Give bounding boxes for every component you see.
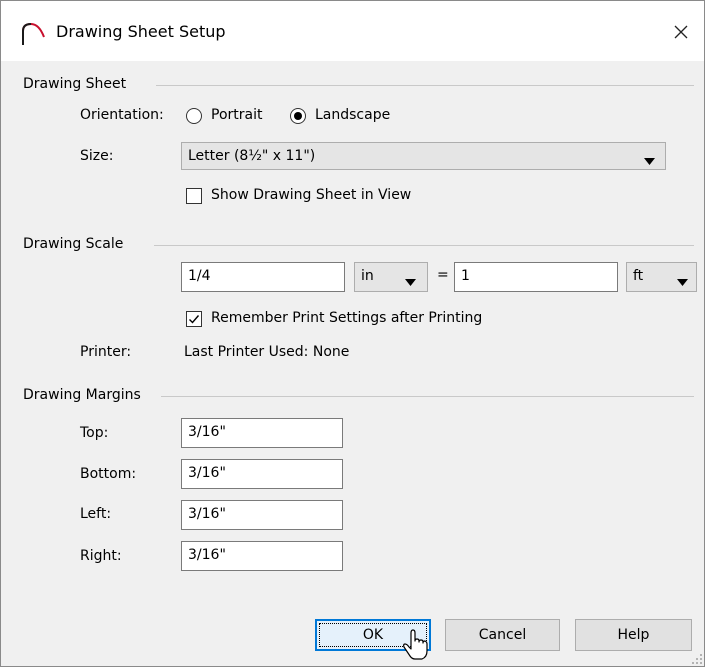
equals-sign: = <box>437 267 449 283</box>
margin-top-label: Top: <box>80 425 109 441</box>
radio-portrait[interactable] <box>186 108 202 124</box>
close-icon[interactable] <box>665 17 697 47</box>
size-label: Size: <box>80 148 114 164</box>
scale-right-unit-value: ft <box>633 268 644 284</box>
cancel-button[interactable]: Cancel <box>445 619 560 651</box>
radio-landscape[interactable] <box>290 108 306 124</box>
section-divider <box>161 396 694 397</box>
scale-right-value: 1 <box>461 268 470 284</box>
window-title: Drawing Sheet Setup <box>56 22 226 41</box>
size-select[interactable]: Letter (8½" x 11") <box>181 142 666 170</box>
scale-right-unit-select[interactable]: ft <box>626 262 697 292</box>
orientation-label: Orientation: <box>80 107 164 123</box>
margin-left-label: Left: <box>80 506 112 522</box>
section-divider <box>156 85 694 86</box>
printer-value: Last Printer Used: None <box>184 344 350 360</box>
chevron-down-icon <box>677 274 688 290</box>
checkmark-icon <box>189 315 200 324</box>
size-select-value: Letter (8½" x 11") <box>188 148 316 164</box>
radio-portrait-label[interactable]: Portrait <box>211 107 262 123</box>
cancel-button-label: Cancel <box>478 627 527 643</box>
remember-print-label[interactable]: Remember Print Settings after Printing <box>211 310 482 326</box>
help-button-label: Help <box>617 627 650 643</box>
resize-grip-icon[interactable] <box>691 653 703 665</box>
margin-right-value: 3/16" <box>188 547 226 563</box>
margin-left-value: 3/16" <box>188 506 226 522</box>
scale-left-unit-value: in <box>361 268 374 284</box>
margin-bottom-label: Bottom: <box>80 466 137 482</box>
margin-right-label: Right: <box>80 548 122 564</box>
show-sheet-label[interactable]: Show Drawing Sheet in View <box>211 187 411 203</box>
section-drawing-sheet-label: Drawing Sheet <box>23 76 127 92</box>
show-sheet-checkbox[interactable] <box>186 188 202 204</box>
scale-left-input[interactable]: 1/4 <box>181 262 345 292</box>
margin-bottom-input[interactable]: 3/16" <box>181 459 343 489</box>
chevron-down-icon <box>644 153 655 169</box>
margin-top-input[interactable]: 3/16" <box>181 418 343 448</box>
margin-top-value: 3/16" <box>188 424 226 440</box>
dialog-window: Drawing Sheet Setup Drawing Sheet Orient… <box>0 0 705 667</box>
title-bar: Drawing Sheet Setup <box>1 1 704 61</box>
radio-landscape-label[interactable]: Landscape <box>315 107 390 123</box>
help-button[interactable]: Help <box>575 619 692 651</box>
scale-left-unit-select[interactable]: in <box>354 262 428 292</box>
section-drawing-scale-label: Drawing Scale <box>23 236 124 252</box>
arc-icon <box>20 21 48 47</box>
section-divider <box>154 245 694 246</box>
scale-left-value: 1/4 <box>188 268 211 284</box>
margin-bottom-value: 3/16" <box>188 465 226 481</box>
chevron-down-icon <box>405 274 416 290</box>
remember-print-checkbox[interactable] <box>186 311 202 327</box>
margin-right-input[interactable]: 3/16" <box>181 541 343 571</box>
section-drawing-margins-label: Drawing Margins <box>23 387 141 403</box>
printer-label: Printer: <box>80 344 132 360</box>
margin-left-input[interactable]: 3/16" <box>181 500 343 530</box>
scale-right-input[interactable]: 1 <box>454 262 618 292</box>
mouse-pointer-icon <box>402 627 428 661</box>
